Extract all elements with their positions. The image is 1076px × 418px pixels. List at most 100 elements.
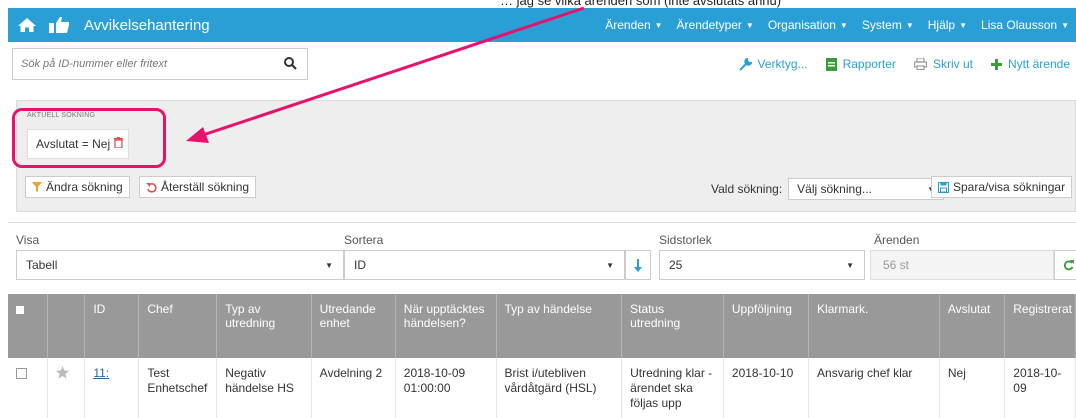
- filter-icon: [32, 182, 42, 192]
- header-registrerat[interactable]: Registrerat: [1004, 294, 1076, 358]
- caption-text: … jag se vilka ärenden som (inte avsluta…: [500, 0, 782, 8]
- menu-system[interactable]: System ▼: [855, 18, 921, 32]
- menu-label: System: [861, 18, 902, 32]
- caret-down-icon: ▼: [905, 20, 914, 30]
- header-id[interactable]: ID: [84, 294, 140, 358]
- table-header-row: ID Chef Typ av utredning Utredande enhet…: [8, 294, 1076, 358]
- menu-hjalp[interactable]: Hjälp ▼: [921, 18, 974, 32]
- search-input[interactable]: [13, 58, 273, 70]
- sort-value: ID: [354, 258, 366, 272]
- cell-nar: 2018-10-09 01:00:00: [395, 358, 497, 418]
- home-icon[interactable]: [14, 8, 40, 42]
- menu-arenden[interactable]: Ärenden ▼: [598, 18, 669, 32]
- cases-table: ID Chef Typ av utredning Utredande enhet…: [8, 294, 1076, 418]
- menu-label: Ärendetyper: [676, 18, 742, 32]
- search-icon[interactable]: [284, 57, 297, 73]
- header-handelse[interactable]: Typ av händelse: [496, 294, 623, 358]
- checkbox-icon: [16, 306, 24, 314]
- chosen-search-label: Vald sökning:: [711, 182, 783, 196]
- caret-down-icon: ▼: [959, 20, 968, 30]
- refresh-icon: [1063, 259, 1074, 270]
- refresh-button[interactable]: [1054, 250, 1076, 280]
- cell-typ: Negativ händelse HS: [216, 358, 312, 418]
- caret-down-icon: ▼: [606, 260, 614, 270]
- tools-label: Verktyg...: [757, 57, 808, 71]
- header-status[interactable]: Status utredning: [621, 294, 724, 358]
- app-title: Avvikelsehantering: [84, 16, 210, 34]
- star-icon[interactable]: [47, 358, 86, 418]
- new-case-label: Nytt ärende: [1007, 57, 1070, 71]
- cell-status: Utredning klar - ärendet ska följas upp: [621, 358, 724, 418]
- caret-down-icon: ▼: [846, 260, 854, 270]
- chosen-search: Vald sökning: Välj sökning... ▼: [711, 178, 945, 200]
- page-size-select[interactable]: 25 ▼: [659, 250, 865, 280]
- new-case-button[interactable]: Nytt ärende: [990, 57, 1070, 71]
- select-all-checkbox[interactable]: [8, 294, 48, 358]
- change-search-label: Ändra sökning: [46, 180, 123, 194]
- menu-label: Hjälp: [927, 18, 956, 32]
- menu-organisation[interactable]: Organisation ▼: [761, 18, 855, 32]
- cell-id[interactable]: 11:: [84, 358, 140, 418]
- cell-klarmark: Ansvarig chef klar: [808, 358, 940, 418]
- checkbox-icon: [16, 368, 27, 379]
- search-box: [12, 48, 308, 80]
- tools-button[interactable]: Verktyg...: [738, 57, 808, 71]
- caret-down-icon: ▼: [839, 20, 848, 30]
- reset-search-button[interactable]: Återställ sökning: [139, 176, 257, 198]
- menu-arendetyper[interactable]: Ärendetyper ▼: [670, 18, 761, 32]
- header-typ[interactable]: Typ av utredning: [216, 294, 312, 358]
- list-options: Visa Tabell ▼ Sortera ID ▼ Sidstorlek 25…: [8, 222, 1076, 286]
- count-label: Ärenden: [874, 233, 920, 247]
- view-label: Visa: [16, 233, 40, 247]
- caret-down-icon: ▼: [1061, 20, 1069, 30]
- header-klarmark[interactable]: Klarmark.: [808, 294, 940, 358]
- save-searches-label: Spara/visa sökningar: [953, 180, 1066, 194]
- menu-label: Ärenden: [605, 18, 651, 32]
- header-enhet[interactable]: Utredande enhet: [311, 294, 396, 358]
- toolbar: Verktyg... Rapporter Skriv ut Nytt ärend…: [8, 42, 1076, 86]
- annotation-highlight: [12, 108, 166, 168]
- caret-down-icon: ▼: [654, 20, 663, 30]
- reports-button[interactable]: Rapporter: [825, 57, 896, 71]
- table-row[interactable]: 11: Test Enhetschef Negativ händelse HS …: [8, 358, 1076, 418]
- cell-avslutat: Nej: [939, 358, 1006, 418]
- change-search-button[interactable]: Ändra sökning: [25, 176, 130, 198]
- row-checkbox[interactable]: [8, 358, 48, 418]
- favorite-header: [47, 294, 86, 358]
- sort-label: Sortera: [344, 233, 384, 247]
- chosen-search-select[interactable]: Välj sökning... ▼: [788, 178, 945, 200]
- cell-uppfoljning: 2018-10-10: [723, 358, 810, 418]
- arrow-down-icon: [634, 258, 642, 272]
- wrench-icon: [738, 57, 752, 71]
- print-icon: [913, 58, 927, 70]
- undo-icon: [146, 182, 157, 193]
- case-count-value: 56 st: [883, 258, 910, 272]
- menu-label: Lisa Olausson: [981, 18, 1058, 32]
- print-label: Skriv ut: [932, 57, 973, 71]
- header-nar[interactable]: När upptäcktes händelsen?: [395, 294, 497, 358]
- reset-search-label: Återställ sökning: [161, 180, 250, 194]
- view-select[interactable]: Tabell ▼: [16, 250, 344, 280]
- navbar: Avvikelsehantering Ärenden ▼ Ärendetyper ▼…: [8, 8, 1076, 42]
- current-search-panel: AKTUELL SÖKNING Avslutat = Nej Ändra sök…: [16, 100, 1076, 212]
- main-menu: Ärenden ▼ Ärendetyper ▼ Organisation ▼ Syst…: [598, 8, 1076, 42]
- header-avslutat[interactable]: Avslutat: [939, 294, 1006, 358]
- menu-user[interactable]: Lisa Olausson ▼: [974, 18, 1076, 32]
- sort-direction-button[interactable]: [625, 250, 651, 280]
- page-size-label: Sidstorlek: [659, 233, 712, 247]
- print-button[interactable]: Skriv ut: [913, 57, 973, 71]
- cell-handelse: Brist i/utebliven vårdåtgärd (HSL): [496, 358, 623, 418]
- header-chef[interactable]: Chef: [138, 294, 218, 358]
- header-uppfoljning[interactable]: Uppföljning: [723, 294, 810, 358]
- save-searches-button[interactable]: Spara/visa sökningar: [931, 176, 1073, 198]
- thumbs-logo-icon: [46, 8, 72, 42]
- caret-down-icon: ▼: [325, 260, 333, 270]
- plus-icon: [990, 58, 1002, 70]
- cell-registrerat: 2018-10-09: [1004, 358, 1076, 418]
- sort-select[interactable]: ID ▼: [344, 250, 625, 280]
- cell-enhet: Avdelning 2: [311, 358, 396, 418]
- toolbar-actions: Verktyg... Rapporter Skriv ut Nytt ärend…: [721, 57, 1070, 71]
- page-size-value: 25: [669, 258, 683, 272]
- save-icon: [938, 181, 949, 193]
- tutorial-caption: … jag se vilka ärenden som (inte avsluta…: [0, 0, 1076, 8]
